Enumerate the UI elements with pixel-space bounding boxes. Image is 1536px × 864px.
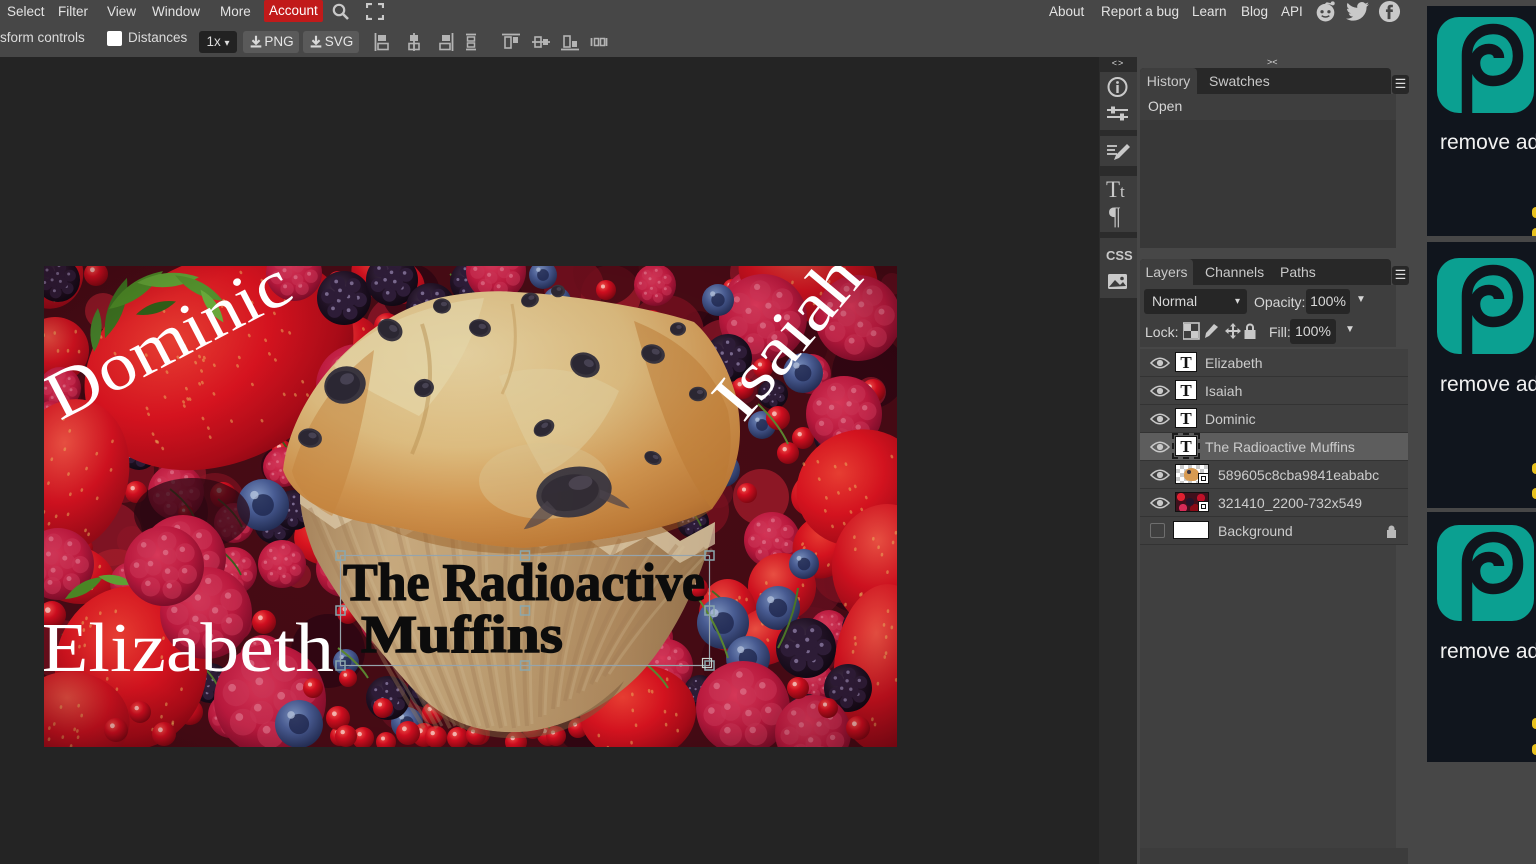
svg-text:Muffins: Muffins [361,606,563,664]
svg-text:CSS: CSS [1106,248,1133,263]
svg-text:¶: ¶ [1109,203,1121,228]
svg-text:Elizabeth: Elizabeth [44,610,334,687]
svg-text:The Radioactive: The Radioactive [343,554,705,612]
svg-text:T: T [1106,177,1120,202]
svg-text:t: t [1120,182,1125,201]
